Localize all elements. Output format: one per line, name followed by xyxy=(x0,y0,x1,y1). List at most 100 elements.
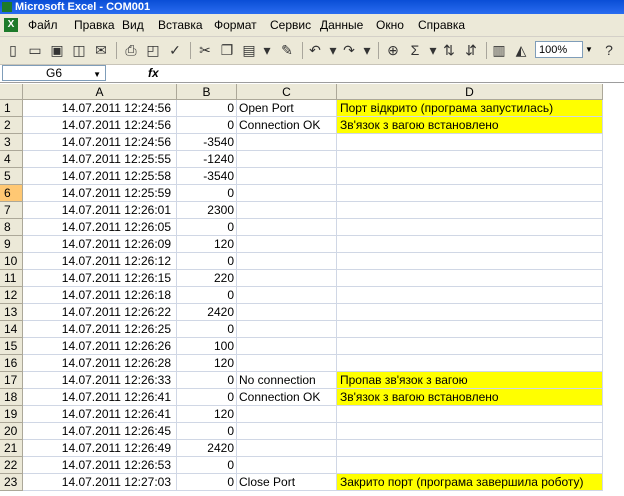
workbook-icon[interactable]: X xyxy=(4,18,18,32)
row-header[interactable]: 11 xyxy=(0,270,23,287)
cell-timestamp[interactable]: 14.07.2011 12:26:41 xyxy=(23,406,177,423)
cell-event[interactable] xyxy=(237,338,337,355)
cell-event[interactable] xyxy=(237,253,337,270)
column-header-a[interactable]: A xyxy=(23,84,177,100)
cell-event[interactable]: Open Port xyxy=(237,100,337,117)
cell-event[interactable] xyxy=(237,236,337,253)
cell-weight[interactable]: 0 xyxy=(177,117,237,134)
cell-description[interactable]: Зв'язок з вагою встановлено xyxy=(337,117,603,134)
cell-weight[interactable]: 120 xyxy=(177,406,237,423)
row-header[interactable]: 6 xyxy=(0,185,23,202)
cell-description[interactable]: Зв'язок з вагою встановлено xyxy=(337,389,603,406)
cell-timestamp[interactable]: 14.07.2011 12:26:09 xyxy=(23,236,177,253)
cell-weight[interactable]: 0 xyxy=(177,423,237,440)
insert-function-icon[interactable]: fx xyxy=(148,66,159,80)
column-header-d[interactable]: D xyxy=(337,84,603,100)
cell-weight[interactable]: 120 xyxy=(177,355,237,372)
sort-descending-icon[interactable]: ⇵ xyxy=(462,41,480,59)
row-header[interactable]: 15 xyxy=(0,338,23,355)
cell-event[interactable] xyxy=(237,134,337,151)
cell-event[interactable]: Connection OK xyxy=(237,117,337,134)
cell-event[interactable] xyxy=(237,304,337,321)
cell-description[interactable] xyxy=(337,185,603,202)
sort-ascending-icon[interactable]: ⇅ xyxy=(440,41,458,59)
cell-weight[interactable]: 0 xyxy=(177,185,237,202)
name-box-dropdown-icon[interactable]: ▼ xyxy=(93,68,101,82)
format-painter-icon[interactable]: ✎ xyxy=(278,41,296,59)
cell-weight[interactable]: 0 xyxy=(177,287,237,304)
row-header[interactable]: 8 xyxy=(0,219,23,236)
copy-icon[interactable]: ❐ xyxy=(218,41,236,59)
row-header[interactable]: 7 xyxy=(0,202,23,219)
cell-description[interactable]: Порт відкрито (програма запустилась) xyxy=(337,100,603,117)
cell-description[interactable] xyxy=(337,134,603,151)
name-box[interactable]: G6 ▼ xyxy=(2,65,106,81)
cell-timestamp[interactable]: 14.07.2011 12:26:18 xyxy=(23,287,177,304)
undo-icon[interactable]: ↶ xyxy=(306,41,324,59)
cell-timestamp[interactable]: 14.07.2011 12:26:49 xyxy=(23,440,177,457)
cell-weight[interactable]: 0 xyxy=(177,457,237,474)
email-icon[interactable]: ✉ xyxy=(92,41,110,59)
cell-timestamp[interactable]: 14.07.2011 12:26:41 xyxy=(23,389,177,406)
row-header[interactable]: 16 xyxy=(0,355,23,372)
cell-description[interactable]: Закрито порт (програма завершила роботу) xyxy=(337,474,603,491)
cell-timestamp[interactable]: 14.07.2011 12:26:12 xyxy=(23,253,177,270)
cell-timestamp[interactable]: 14.07.2011 12:26:01 xyxy=(23,202,177,219)
cell-weight[interactable]: -3540 xyxy=(177,168,237,185)
cell-event[interactable]: No connection xyxy=(237,372,337,389)
cell-description[interactable] xyxy=(337,321,603,338)
menu-format[interactable]: Формат xyxy=(214,18,257,32)
cell-weight[interactable]: 2300 xyxy=(177,202,237,219)
row-header[interactable]: 18 xyxy=(0,389,23,406)
cell-weight[interactable]: 220 xyxy=(177,270,237,287)
row-header[interactable]: 19 xyxy=(0,406,23,423)
cell-event[interactable] xyxy=(237,355,337,372)
cell-weight[interactable]: 2420 xyxy=(177,440,237,457)
cell-timestamp[interactable]: 14.07.2011 12:24:56 xyxy=(23,134,177,151)
row-header[interactable]: 10 xyxy=(0,253,23,270)
cell-timestamp[interactable]: 14.07.2011 12:25:55 xyxy=(23,151,177,168)
cell-event[interactable] xyxy=(237,406,337,423)
cell-weight[interactable]: 0 xyxy=(177,474,237,491)
cell-timestamp[interactable]: 14.07.2011 12:26:05 xyxy=(23,219,177,236)
cell-timestamp[interactable]: 14.07.2011 12:25:58 xyxy=(23,168,177,185)
row-header[interactable]: 21 xyxy=(0,440,23,457)
cell-description[interactable] xyxy=(337,355,603,372)
cell-timestamp[interactable]: 14.07.2011 12:26:28 xyxy=(23,355,177,372)
cell-description[interactable] xyxy=(337,168,603,185)
cell-event[interactable] xyxy=(237,457,337,474)
column-header-b[interactable]: B xyxy=(177,84,237,100)
cell-timestamp[interactable]: 14.07.2011 12:26:26 xyxy=(23,338,177,355)
row-header[interactable]: 22 xyxy=(0,457,23,474)
cell-weight[interactable]: -3540 xyxy=(177,134,237,151)
cell-event[interactable] xyxy=(237,168,337,185)
cell-description[interactable] xyxy=(337,287,603,304)
cell-event[interactable]: Close Port xyxy=(237,474,337,491)
cell-event[interactable] xyxy=(237,423,337,440)
cell-description[interactable] xyxy=(337,270,603,287)
paste-dropdown-icon[interactable]: ▾ xyxy=(258,41,276,59)
cell-event[interactable] xyxy=(237,185,337,202)
cell-description[interactable] xyxy=(337,338,603,355)
cell-event[interactable] xyxy=(237,219,337,236)
permission-icon[interactable]: ◫ xyxy=(70,41,88,59)
column-header-c[interactable]: C xyxy=(237,84,337,100)
row-header[interactable]: 9 xyxy=(0,236,23,253)
cell-event[interactable] xyxy=(237,440,337,457)
zoom-dropdown-icon[interactable]: ▼ xyxy=(582,41,595,58)
cell-timestamp[interactable]: 14.07.2011 12:24:56 xyxy=(23,117,177,134)
cell-weight[interactable]: 0 xyxy=(177,100,237,117)
menu-data[interactable]: Данные xyxy=(320,18,363,32)
cell-description[interactable] xyxy=(337,202,603,219)
cell-event[interactable] xyxy=(237,321,337,338)
open-folder-icon[interactable]: ▭ xyxy=(26,41,44,59)
row-header[interactable]: 3 xyxy=(0,134,23,151)
cut-icon[interactable]: ✂ xyxy=(196,41,214,59)
cell-event[interactable] xyxy=(237,287,337,304)
cell-description[interactable]: Пропав зв'язок з вагою xyxy=(337,372,603,389)
save-icon[interactable]: ▣ xyxy=(48,41,66,59)
cell-event[interactable] xyxy=(237,270,337,287)
cell-description[interactable] xyxy=(337,253,603,270)
row-header[interactable]: 13 xyxy=(0,304,23,321)
menu-edit[interactable]: Правка xyxy=(74,18,115,32)
